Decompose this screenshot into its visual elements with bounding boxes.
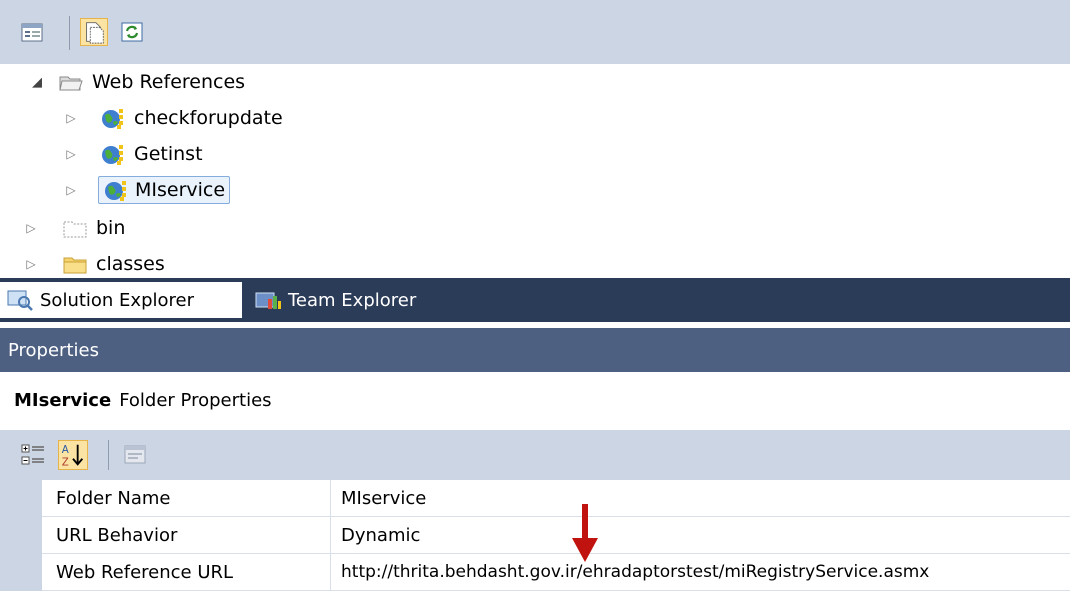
- solution-explorer-icon: [7, 290, 33, 311]
- categorized-button[interactable]: [18, 440, 48, 470]
- tree-node-label: bin: [96, 217, 126, 239]
- property-row-url-behavior[interactable]: URL Behavior Dynamic: [0, 517, 1070, 554]
- property-name-cell[interactable]: Folder Name: [42, 480, 331, 517]
- property-value: MIservice: [341, 487, 427, 509]
- expand-arrow-icon[interactable]: ▷: [64, 111, 78, 125]
- property-pages-button[interactable]: [120, 440, 150, 470]
- expand-arrow-icon[interactable]: ▷: [64, 183, 78, 197]
- tree-node-label: classes: [96, 253, 165, 275]
- show-all-files-icon: [86, 22, 104, 44]
- web-reference-icon: [102, 109, 123, 129]
- property-name: URL Behavior: [56, 524, 178, 546]
- tree-node-label: Web References: [92, 71, 246, 93]
- toolbar-separator: [108, 440, 109, 470]
- svg-text:Z: Z: [62, 456, 69, 468]
- alphabetical-sort-icon: A Z: [62, 444, 84, 468]
- tree-node-miservice[interactable]: ▷ MIservice: [64, 172, 231, 208]
- web-reference-icon: [102, 145, 123, 165]
- property-name: Folder Name: [56, 487, 171, 509]
- team-explorer-icon: [255, 292, 281, 309]
- property-name: Web Reference URL: [56, 561, 234, 583]
- refresh-button[interactable]: [118, 18, 146, 46]
- property-value: Dynamic: [341, 524, 421, 546]
- tree-node-label: checkforupdate: [134, 107, 283, 129]
- svg-text:A: A: [62, 444, 69, 456]
- expand-arrow-icon[interactable]: ▷: [64, 147, 78, 161]
- web-reference-icon: [105, 181, 126, 201]
- properties-window-title: Properties: [0, 328, 1070, 372]
- red-arrow-icon: [572, 504, 598, 562]
- show-all-files-button[interactable]: [80, 18, 108, 46]
- selected-node-box[interactable]: MIservice: [98, 176, 231, 204]
- row-gutter: [0, 480, 42, 517]
- object-type: Folder Properties: [119, 389, 272, 411]
- property-name-cell[interactable]: Web Reference URL: [42, 554, 331, 591]
- expand-arrow-icon[interactable]: ▷: [24, 221, 38, 235]
- solution-explorer-toolbar: [0, 0, 1070, 64]
- tab-label: Solution Explorer: [40, 289, 194, 311]
- object-selector[interactable]: MIservice Folder Properties: [0, 372, 1070, 428]
- tree-node-classes[interactable]: ▷ classes: [24, 246, 165, 282]
- collapse-arrow-icon[interactable]: ◢: [30, 75, 44, 90]
- row-gutter: [0, 517, 42, 554]
- property-row-folder-name[interactable]: Folder Name MIservice: [0, 480, 1070, 517]
- alphabetical-button[interactable]: A Z: [58, 440, 88, 470]
- tree-node-label: Getinst: [134, 143, 203, 165]
- dotted-folder-icon: [63, 221, 87, 238]
- toolbar-separator: [69, 16, 70, 50]
- properties-title: Properties: [8, 339, 99, 361]
- property-row-web-reference-url[interactable]: Web Reference URL http://thrita.behdasht…: [0, 554, 1070, 591]
- tree-node-label: MIservice: [135, 179, 226, 201]
- properties-toolbar: A Z: [0, 430, 1070, 480]
- expand-arrow-icon[interactable]: ▷: [24, 257, 38, 271]
- object-name: MIservice: [14, 389, 112, 411]
- open-folder-icon: [59, 76, 83, 91]
- folder-icon: [63, 257, 87, 274]
- property-pages-icon: [124, 445, 146, 464]
- properties-icon: [21, 23, 43, 42]
- categorized-icon: [21, 444, 44, 465]
- refresh-icon: [121, 22, 143, 42]
- tree-node-web-references[interactable]: ◢ Web References: [30, 64, 245, 100]
- tab-label: Team Explorer: [288, 289, 417, 311]
- property-grid: Folder Name MIservice URL Behavior Dynam…: [0, 480, 1070, 592]
- property-value-cell[interactable]: http://thrita.behdasht.gov.ir/ehradaptor…: [331, 554, 1070, 591]
- tree-node-checkforupdate[interactable]: ▷ checkforupdate: [64, 100, 283, 136]
- property-value-cell[interactable]: MIservice: [331, 480, 1070, 517]
- tab-solution-explorer[interactable]: Solution Explorer: [0, 282, 242, 318]
- property-value: http://thrita.behdasht.gov.ir/ehradaptor…: [341, 562, 930, 582]
- tab-team-explorer[interactable]: Team Explorer: [248, 282, 458, 318]
- property-value-cell[interactable]: Dynamic: [331, 517, 1070, 554]
- tree-node-getinst[interactable]: ▷ Getinst: [64, 136, 203, 172]
- explorer-tab-strip: Solution Explorer Team Explorer: [0, 278, 1070, 322]
- tree-node-bin[interactable]: ▷ bin: [24, 210, 125, 246]
- row-gutter: [0, 554, 42, 591]
- property-name-cell[interactable]: URL Behavior: [42, 517, 331, 554]
- properties-button[interactable]: [18, 18, 46, 46]
- solution-tree: ◢ Web References ▷ checkforupdate ▷ Geti…: [0, 64, 1070, 278]
